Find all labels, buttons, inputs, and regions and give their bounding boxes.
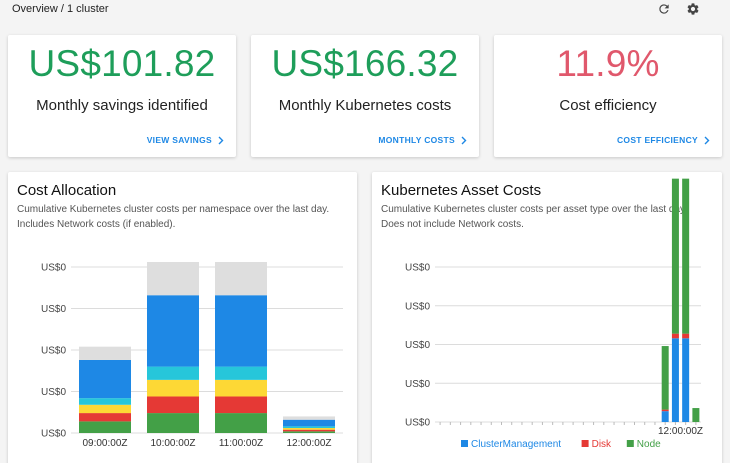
legend-swatch	[581, 440, 589, 447]
gear-icon[interactable]	[686, 2, 700, 16]
x-tick-label: 09:00:00Z	[82, 438, 127, 449]
chevron-right-icon	[461, 136, 467, 144]
bar-segment[interactable]	[283, 419, 335, 427]
monthly-costs-link[interactable]: MONTHLY COSTS	[378, 135, 467, 145]
legend-label: Node	[637, 439, 661, 450]
bar-segment[interactable]	[661, 409, 669, 412]
y-tick-label: US$0	[405, 301, 430, 312]
bar-segment[interactable]	[661, 346, 669, 410]
x-tick-label: 12:00:00Z	[286, 438, 331, 449]
cost-efficiency-card: 11.9% Cost efficiency COST EFFICIENCY	[494, 35, 722, 157]
bar-segment[interactable]	[147, 366, 199, 380]
bar-segment[interactable]	[682, 178, 690, 334]
cost-allocation-chart: US$0 US$0 US$0 US$0 US$0 09:00:00Z 10:00:00Z 11…	[41, 262, 343, 449]
y-tick-label: US$0	[405, 340, 430, 351]
chevron-right-icon	[218, 136, 224, 144]
savings-label: Monthly savings identified	[36, 97, 208, 114]
view-savings-link[interactable]: VIEW SAVINGS	[147, 135, 224, 145]
x-tick-label: 10:00:00Z	[150, 438, 195, 449]
bar-segment[interactable]	[147, 379, 199, 397]
bar-segment[interactable]	[147, 262, 199, 296]
y-tick-label: US$0	[41, 346, 66, 357]
y-tick-label: US$0	[405, 263, 430, 274]
bar-segment[interactable]	[147, 295, 199, 367]
bar-segment[interactable]	[79, 421, 131, 433]
bar-segment[interactable]	[283, 429, 335, 432]
legend-label: Disk	[592, 439, 612, 450]
breadcrumb: Overview / 1 cluster	[12, 3, 109, 15]
y-tick-label: US$0	[41, 263, 66, 274]
savings-value: US$101.82	[28, 43, 216, 84]
bar-segment[interactable]	[283, 426, 335, 429]
bar-segment[interactable]	[79, 398, 131, 405]
legend-swatch	[626, 440, 634, 447]
bar-segment[interactable]	[147, 413, 199, 433]
bar-segment[interactable]	[79, 413, 131, 422]
y-tick-label: US$0	[41, 429, 66, 440]
bar-segment[interactable]	[682, 333, 690, 339]
monthly-costs-link-label: MONTHLY COSTS	[378, 135, 455, 145]
asset-costs-panel: Kubernetes Asset Costs Cumulative Kubern…	[372, 172, 722, 463]
y-tick-label: US$0	[41, 304, 66, 315]
cost-efficiency-value: 11.9%	[556, 43, 660, 84]
bar-segment[interactable]	[283, 428, 335, 430]
bar-segment[interactable]	[671, 178, 679, 334]
bar-segment[interactable]	[215, 396, 267, 414]
bar-segment[interactable]	[671, 333, 679, 339]
cost-efficiency-link[interactable]: COST EFFICIENCY	[617, 135, 710, 145]
x-tick-label: 12:00:00Z	[658, 426, 703, 437]
legend-label: ClusterManagement	[471, 439, 561, 450]
bar-segment[interactable]	[215, 262, 267, 296]
y-tick-label: US$0	[405, 379, 430, 390]
cost-efficiency-label: Cost efficiency	[559, 97, 657, 114]
bar-segment[interactable]	[682, 338, 690, 422]
y-tick-label: US$0	[41, 387, 66, 398]
bar-segment[interactable]	[215, 379, 267, 397]
bar-segment[interactable]	[692, 408, 700, 422]
savings-card: US$101.82 Monthly savings identified VIE…	[8, 35, 236, 157]
bar-segment[interactable]	[283, 416, 335, 420]
monthly-costs-label: Monthly Kubernetes costs	[278, 97, 452, 114]
refresh-icon[interactable]	[657, 2, 671, 16]
top-bar: Overview / 1 cluster	[0, 0, 730, 22]
monthly-costs-card: US$166.32 Monthly Kubernetes costs MONTH…	[251, 35, 479, 157]
bar-segment[interactable]	[215, 413, 267, 433]
x-tick-label: 11:00:00Z	[219, 438, 263, 449]
view-savings-label: VIEW SAVINGS	[146, 135, 212, 145]
bar-segment[interactable]	[671, 338, 679, 422]
bar-segment[interactable]	[79, 359, 131, 399]
bar-segment[interactable]	[283, 431, 335, 433]
y-tick-label: US$0	[405, 418, 430, 429]
bar-segment[interactable]	[215, 366, 267, 380]
bar-segment[interactable]	[79, 346, 131, 360]
asset-costs-chart: US$0 US$0 US$0 US$0 US$0 12:00:00Z ClusterMana…	[405, 178, 703, 450]
cost-allocation-panel: Cost Allocation Cumulative Kubernetes cl…	[8, 172, 357, 463]
monthly-costs-value: US$166.32	[271, 43, 459, 84]
legend-swatch	[461, 440, 468, 447]
bar-segment[interactable]	[661, 411, 669, 422]
chevron-right-icon	[704, 136, 710, 144]
bar-segment[interactable]	[215, 295, 267, 367]
cost-efficiency-link-label: COST EFFICIENCY	[616, 135, 698, 145]
bar-segment[interactable]	[79, 404, 131, 414]
bar-segment[interactable]	[147, 396, 199, 414]
